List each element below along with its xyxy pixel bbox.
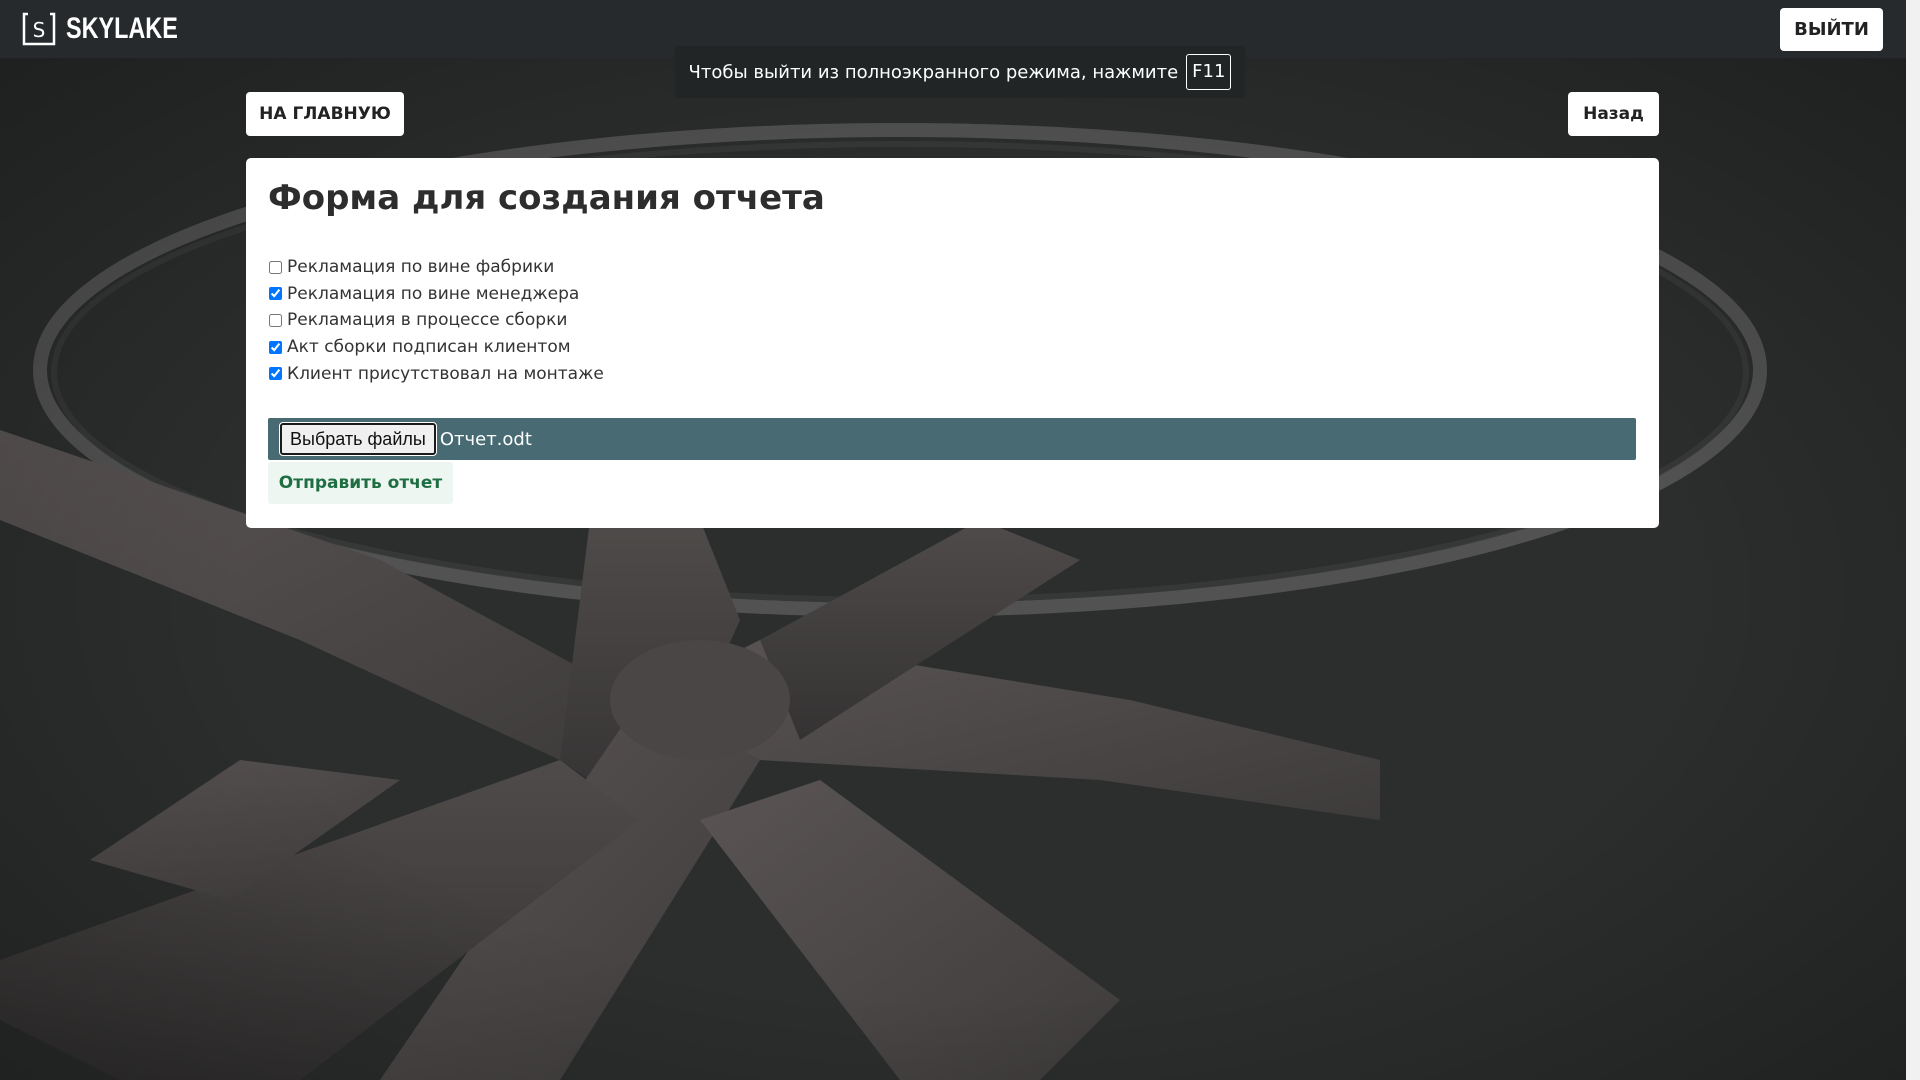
choose-files-button[interactable]: Выбрать файлы <box>279 422 437 456</box>
checkbox-act-signed[interactable] <box>269 340 282 354</box>
checkbox-row-manager-claim[interactable]: Рекламация по вине менеджера <box>268 281 604 308</box>
checkbox-row-client-present[interactable]: Клиент присутствовал на монтаже <box>268 360 604 387</box>
submit-report-button[interactable]: Отправить отчет <box>268 462 453 504</box>
page-title: Форма для создания отчета <box>268 178 825 218</box>
file-upload-field: Выбрать файлы Отчет.odt <box>268 418 1636 460</box>
report-form-card: Форма для создания отчета Рекламация по … <box>246 158 1659 528</box>
fullscreen-notice: Чтобы выйти из полноэкранного режима, на… <box>675 46 1245 98</box>
logo[interactable]: S SKYLAKE <box>22 12 209 46</box>
svg-text:S: S <box>33 18 46 42</box>
home-button[interactable]: НА ГЛАВНУЮ <box>246 92 404 136</box>
checkbox-label: Акт сборки подписан клиентом <box>287 337 571 358</box>
checkbox-list: Рекламация по вине фабрики Рекламация по… <box>268 254 604 387</box>
checkbox-row-assembly-claim[interactable]: Рекламация в процессе сборки <box>268 307 604 334</box>
back-button[interactable]: Назад <box>1568 92 1659 136</box>
checkbox-client-present[interactable] <box>269 367 282 381</box>
fullscreen-notice-text: Чтобы выйти из полноэкранного режима, на… <box>688 61 1179 83</box>
s-square-icon: S <box>22 12 56 46</box>
scrollbar[interactable] <box>1906 0 1920 1080</box>
f11-key-label: F11 <box>1186 54 1232 90</box>
logout-button[interactable]: ВЫЙТИ <box>1780 8 1883 51</box>
checkbox-factory-claim[interactable] <box>269 260 282 274</box>
checkbox-label: Рекламация в процессе сборки <box>287 310 568 331</box>
checkbox-label: Клиент присутствовал на монтаже <box>287 363 604 384</box>
checkbox-manager-claim[interactable] <box>269 287 282 301</box>
checkbox-row-act-signed[interactable]: Акт сборки подписан клиентом <box>268 334 604 361</box>
logo-text: SKYLAKE <box>66 12 178 45</box>
checkbox-row-factory-claim[interactable]: Рекламация по вине фабрики <box>268 254 604 281</box>
checkbox-label: Рекламация по вине менеджера <box>287 283 580 304</box>
checkbox-assembly-claim[interactable] <box>269 313 282 327</box>
selected-file-name: Отчет.odt <box>439 428 532 450</box>
checkbox-label: Рекламация по вине фабрики <box>287 257 555 278</box>
